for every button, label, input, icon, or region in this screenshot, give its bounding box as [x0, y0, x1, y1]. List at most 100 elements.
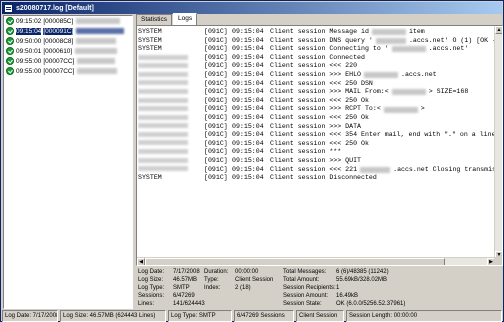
log-time: 09:15:04 [232, 156, 264, 164]
info-total-messages: Total Messages: 6 (6)/48385 (11242) [283, 269, 389, 275]
log-msg: Client session <<< 250 DSN [270, 79, 373, 87]
log-line: [091C] 09:15:04 Client session <<< 250 Ok [138, 114, 496, 123]
log-source: SYSTEM [138, 28, 162, 35]
log-msg: Client session <<< 250 Ok [270, 96, 369, 104]
log-line: [091C] 09:15:04 Client session <<< 250 Ok [138, 140, 496, 149]
session-ok-icon [6, 17, 14, 25]
log-msg: Client session DNS query ' [270, 36, 373, 44]
log-line: [091C] 09:15:04 Client session <<< 354 Ent… [138, 131, 496, 140]
scroll-left-icon[interactable]: ◀ [137, 258, 145, 265]
log-source: SYSTEM [138, 36, 162, 44]
session-item[interactable]: 09:50:01 [0000610] [4, 46, 132, 56]
tab-statistics[interactable]: Statistics [136, 14, 173, 25]
window-title: s20080717.log [Default] [16, 4, 94, 12]
log-code: [091C] [204, 131, 228, 139]
info-log-size: Log Size: 46.57MB [138, 277, 198, 283]
session-ok-icon [6, 27, 14, 35]
log-code: [091C] [204, 122, 228, 130]
log-line: SYSTEM [091C] 09:15:04 Client session Disco… [138, 174, 496, 183]
info-session-state: Session State: OK (6.0.0/5256.52.37961) [283, 301, 406, 307]
session-item-selected[interactable]: 09:15:04 [000091C] [4, 26, 132, 36]
redacted-address [77, 68, 118, 74]
log-source [138, 148, 204, 157]
log-time: 09:15:04 [232, 88, 264, 96]
log-source [138, 97, 204, 106]
log-source [138, 80, 204, 89]
vertical-scrollbar[interactable]: ▲ ▼ [494, 26, 502, 259]
log-msg: Client session <<< 220 [270, 62, 358, 70]
redacted-address [391, 46, 426, 53]
redacted-address [383, 106, 418, 113]
log-msg-tail: .accs.net Closing transmis [393, 165, 496, 173]
log-msg-tail: > SIZE=168 [428, 88, 469, 96]
redacted-address [371, 29, 406, 36]
log-code: [091C] [204, 36, 228, 44]
log-msg: Client session Connecting to ' [270, 45, 389, 53]
log-time: 09:15:04 [232, 105, 264, 113]
info-log-date: Log Date: 7/17/2008 [138, 269, 200, 275]
log-source [138, 157, 204, 166]
log-time: 09:15:04 [232, 62, 264, 70]
horizontal-scrollbar[interactable]: ◀ ▶ [137, 257, 495, 265]
session-list[interactable]: 09:15:02 [000085C] 09:15:04 [000091C] 09… [3, 15, 133, 309]
log-msg: Client session <<< 354 Enter mail, end w… [270, 131, 496, 139]
redacted-address [77, 58, 116, 64]
log-time: 09:15:04 [232, 96, 264, 104]
log-line: SYSTEM [091C] 09:15:04 Client session Conne… [138, 45, 496, 54]
log-code: [091C] [204, 28, 228, 35]
session-item[interactable]: 09:15:02 [000085C] [4, 16, 132, 26]
session-ok-icon [6, 37, 14, 45]
view-tabs: Statistics Logs [136, 13, 198, 25]
scroll-thumb[interactable] [145, 258, 445, 265]
log-line: [091C] 09:15:04 Client session >>> MAIL Fr… [138, 88, 496, 97]
info-session-amount: Session Amount: 16.49kB [283, 293, 359, 299]
info-duration: Duration: 00:00:00 [204, 269, 259, 275]
log-line: [091C] 09:15:04 Client session *** [138, 148, 496, 157]
log-msg: Client session >>> QUIT [270, 156, 362, 164]
log-line: [091C] 09:15:04 Client session >>> QUIT [138, 157, 496, 166]
log-msg-tail: .accs.net' [428, 45, 469, 53]
log-msg: Client session >>> RCPT To:< [270, 105, 381, 113]
redacted-address [364, 72, 399, 79]
log-source: SYSTEM [138, 45, 162, 53]
log-msg-tail: > [420, 105, 425, 113]
info-type: Type: Client Session [204, 277, 274, 283]
log-code: [091C] [204, 79, 228, 87]
info-log-type: Log Type: SMTP [138, 285, 190, 291]
log-time: 09:15:04 [232, 122, 264, 130]
status-bar: Log Date: 7/17/2008 Log Size: 46.57MB (6… [2, 310, 504, 322]
log-time: 09:15:04 [232, 131, 264, 139]
log-code: [091C] [204, 113, 228, 121]
log-time: 09:15:04 [232, 139, 264, 147]
log-view[interactable]: SYSTEM [091C] 09:15:04 Client session Messa… [136, 25, 503, 266]
status-log-date: Log Date: 7/17/2008 [2, 310, 58, 322]
log-time: 09:15:04 [232, 36, 264, 44]
log-code: [091C] [204, 62, 228, 70]
redacted-address [391, 89, 426, 96]
log-code: [091C] [204, 96, 228, 104]
session-item[interactable]: 09:50:00 [00008C8] [4, 36, 132, 46]
log-source [138, 71, 204, 80]
log-code: [091C] [204, 165, 228, 173]
log-msg: Client session >>> DATA [270, 122, 362, 130]
info-sessions: Sessions: 6/47269 [138, 293, 195, 299]
tab-logs[interactable]: Logs [173, 13, 198, 25]
status-log-size: Log Size: 46.57MB (624443 Lines) [60, 310, 166, 322]
log-code: [091C] [204, 105, 228, 113]
log-msg-tail: .accs.net' O (1) [OK - [408, 36, 496, 44]
redacted-address [360, 166, 391, 173]
scroll-up-icon[interactable]: ▲ [495, 26, 502, 34]
log-code: [091C] [204, 88, 228, 96]
redacted-address [76, 38, 117, 44]
log-line: [091C] 09:15:04 Client session >>> EHLO .ac… [138, 71, 496, 80]
session-item[interactable]: 09:55:00 [00007CC] [4, 56, 132, 66]
title-bar[interactable]: s20080717.log [Default] [2, 2, 502, 14]
session-item[interactable]: 09:55:00 [00007CC] [4, 66, 132, 76]
log-line: SYSTEM [091C] 09:15:04 Client session DNS q… [138, 37, 496, 46]
log-msg: Client session >>> EHLO [270, 70, 362, 78]
log-code: [091C] [204, 156, 228, 164]
log-source [138, 140, 204, 149]
log-line: [091C] 09:15:04 Client session >>> DATA [138, 123, 496, 132]
log-file-icon [4, 3, 13, 13]
log-source [138, 166, 204, 175]
